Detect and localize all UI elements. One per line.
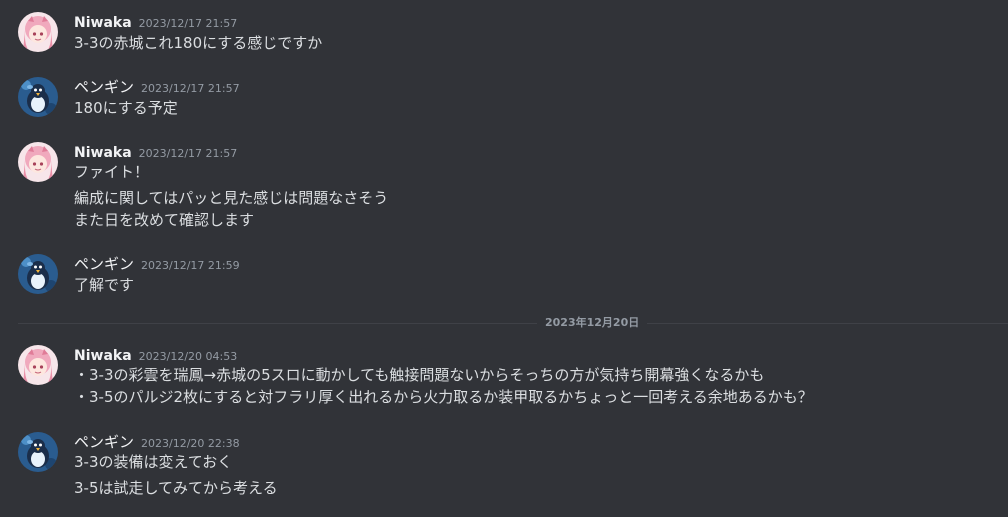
avatar[interactable] xyxy=(18,254,58,294)
timestamp: 2023/12/20 22:38 xyxy=(141,437,240,450)
message-text: 3-5は試走してみてから考える xyxy=(74,479,278,497)
message-text: また日を改めて確認します xyxy=(74,211,255,229)
timestamp: 2023/12/20 04:53 xyxy=(138,350,238,363)
timestamp: 2023/12/17 21:57 xyxy=(138,147,238,160)
username[interactable]: ペンギン xyxy=(74,78,134,96)
username[interactable]: ペンギン xyxy=(74,433,134,451)
message-text: 180にする予定 xyxy=(74,99,178,117)
date-divider: 2023年12月20日 xyxy=(537,315,648,331)
avatar[interactable] xyxy=(18,12,58,52)
penguin-avatar-icon xyxy=(18,254,58,294)
penguin-avatar-icon xyxy=(18,432,58,472)
timestamp: 2023/12/17 21:57 xyxy=(141,82,240,95)
message-text: 了解です xyxy=(74,276,135,294)
message-text: 編成に関してはパッと見た感じは問題なさそう xyxy=(74,189,389,207)
niwaka-avatar-icon xyxy=(18,345,58,385)
avatar[interactable] xyxy=(18,432,58,472)
message-header: Niwaka 2023/12/17 21:57 xyxy=(74,142,237,162)
message-header: ペンギン 2023/12/20 22:38 xyxy=(74,432,240,452)
message-header: Niwaka 2023/12/20 04:53 xyxy=(74,345,237,365)
username[interactable]: Niwaka xyxy=(74,15,132,31)
message-header: Niwaka 2023/12/17 21:57 xyxy=(74,12,237,32)
message-header: ペンギン 2023/12/17 21:59 xyxy=(74,254,240,274)
message-feed: Niwaka 2023/12/17 21:57 3-3の赤城これ180にする感じで… xyxy=(0,0,1008,517)
message-text: ・3-3の彩雲を瑞鳳→赤城の5スロに動かしても触接問題ないからそっちの方が気持ち… xyxy=(74,366,765,384)
timestamp: 2023/12/17 21:59 xyxy=(141,259,240,272)
username[interactable]: ペンギン xyxy=(74,255,134,273)
penguin-avatar-icon xyxy=(18,77,58,117)
avatar[interactable] xyxy=(18,345,58,385)
date-divider-line xyxy=(18,323,1008,324)
message-text: ファイト！ xyxy=(74,163,150,181)
avatar[interactable] xyxy=(18,142,58,182)
message-text: ・3-5のパルジ2枚にすると対フラリ厚く出れるから火力取るか装甲取るかちょっと一… xyxy=(74,388,813,406)
message-text: 3-3の装備は変えておく xyxy=(74,453,233,471)
username[interactable]: Niwaka xyxy=(74,348,132,364)
niwaka-avatar-icon xyxy=(18,12,58,52)
message-text: 3-3の赤城これ180にする感じですか xyxy=(74,34,323,52)
avatar[interactable] xyxy=(18,77,58,117)
timestamp: 2023/12/17 21:57 xyxy=(138,17,238,30)
niwaka-avatar-icon xyxy=(18,142,58,182)
username[interactable]: Niwaka xyxy=(74,145,132,161)
message-header: ペンギン 2023/12/17 21:57 xyxy=(74,77,240,97)
